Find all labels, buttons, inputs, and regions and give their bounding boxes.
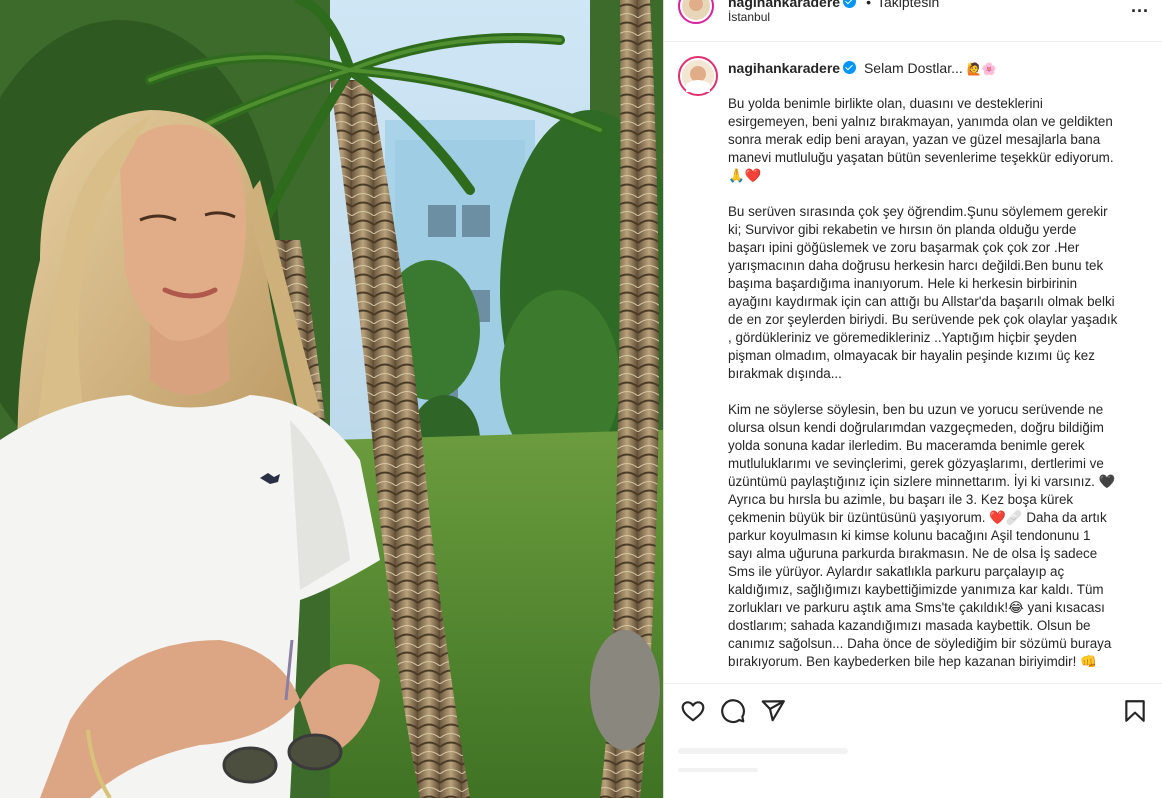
- instagram-post-view: nagihankaradere • Takiptesin İstanbul ... …: [0, 0, 1162, 798]
- caption-line: Sms ile yürüyor. Aylardır sakatlıkla par…: [728, 564, 1065, 579]
- caption-line: Bu serüven sırasında çok şey öğrendim.Şu…: [728, 204, 1108, 219]
- likes-placeholder: [678, 748, 848, 754]
- caption-line: ki; Survivor gibi rekabetin ve hırsın ön…: [728, 222, 1077, 237]
- caption-body: Bu yolda benimle birlikte olan, duasını …: [728, 95, 1148, 682]
- caption-line: yarışmacının daha doğrusu herkesin harcı…: [728, 258, 1104, 273]
- heart-outline-icon[interactable]: [680, 698, 706, 724]
- caption-paragraph-2: Bu serüven sırasında çok şey öğrendim.Şu…: [728, 203, 1148, 383]
- caption-title: Selam Dostlar...: [863, 60, 963, 76]
- pray-heart-emoji-icon: 🙏❤️: [728, 168, 762, 183]
- caption-line: esirgemeyen, beni yalnız bırakmayan, yan…: [728, 114, 1113, 129]
- caption-line: Ayrıca bu hırsla bu azimle, bu başarı il…: [728, 492, 1074, 507]
- follow-status[interactable]: Takiptesin: [877, 0, 939, 10]
- post-header: nagihankaradere • Takiptesin İstanbul ...: [664, 0, 1162, 42]
- post-photo: [0, 0, 663, 798]
- caption-avatar[interactable]: [678, 56, 718, 96]
- caption-line: mutluluklarımı ve sevinçlerimi, gerek gö…: [728, 456, 1104, 471]
- raising-hand-emoji-icon: 🙋: [966, 62, 982, 76]
- caption-title-line: nagihankaradere Selam Dostlar... 🙋🌸: [728, 59, 997, 78]
- caption-line: başıma başardığıma inanıyorum. Hele ki h…: [728, 276, 1078, 291]
- caption-paragraph-1: Bu yolda benimle birlikte olan, duasını …: [728, 95, 1148, 185]
- caption-line: başarı ipini göğüslemek ve zoru başarmak…: [728, 240, 1080, 255]
- caption-line: üzüntümü paylaştığınız için sizlere minn…: [728, 474, 1116, 489]
- comment-bubble-icon[interactable]: [720, 698, 746, 724]
- caption-line: , gördükleriniz ve göremedikleriniz ..Ya…: [728, 330, 1077, 345]
- post-photo-illustration: [0, 0, 663, 798]
- verified-badge-icon: [843, 0, 857, 8]
- post-side-panel: nagihankaradere • Takiptesin İstanbul ... …: [663, 0, 1162, 798]
- caption-line: Bu yolda benimle birlikte olan, duasını …: [728, 96, 1043, 111]
- post-location[interactable]: İstanbul: [728, 10, 770, 24]
- caption-line: kaldığımız, sağlığımızı kaybettiğimizde …: [728, 582, 1104, 597]
- caption-line: bırakmak dışında...: [728, 366, 842, 381]
- caption-line: ayağını kaydırmak için can attığı bu All…: [728, 294, 1115, 309]
- bookmark-icon[interactable]: [1122, 698, 1148, 724]
- flower-emoji-icon: 🌸: [981, 62, 997, 76]
- post-action-bar: [664, 683, 1162, 735]
- header-username-line: nagihankaradere • Takiptesin: [728, 0, 939, 10]
- caption-line: sonra merak edip beni arayan, yazan ve g…: [728, 132, 1101, 147]
- caption-line: yolda sonuna kadar ilerledim. Bu maceram…: [728, 438, 1085, 453]
- caption-line: parkur koyulmasın ki kimse kolunu bacağı…: [728, 528, 1091, 543]
- timestamp-placeholder: [678, 768, 758, 772]
- post-caption: nagihankaradere Selam Dostlar... 🙋🌸 Bu y…: [664, 50, 1162, 682]
- caption-line: manevi mutluluğu yaşatan bütün sevenleri…: [728, 150, 1114, 165]
- caption-line: Kim ne söylerse söylesin, ben bu uzun ve…: [728, 402, 1104, 417]
- caption-line: olursa olsun kendi doğrularımdan vazgeçm…: [728, 420, 1104, 435]
- caption-line: çekmenin büyük bir üzüntüsünü yaşıyorum.…: [728, 510, 1107, 525]
- caption-line: bırakıyorum. Ben kaybederken bile hep ka…: [728, 654, 1097, 669]
- header-username[interactable]: nagihankaradere: [728, 0, 840, 10]
- more-horizontal-icon[interactable]: ...: [1131, 0, 1149, 17]
- caption-paragraph-3: Kim ne söylerse söylesin, ben bu uzun ve…: [728, 401, 1148, 671]
- caption-line: canımız sağolsun... Daha önce de söyledi…: [728, 636, 1112, 651]
- caption-line: sayı alma uğuruna parkurda bırakmasın. N…: [728, 546, 1098, 561]
- caption-line: de en zor şeylerden biriydi. Bu serüvend…: [728, 312, 1118, 327]
- caption-line: dostlarım; sahada kazandığımızı masada k…: [728, 618, 1091, 633]
- caption-line: zorlukları ve parkuru aştık ama Sms'te ç…: [728, 600, 1105, 615]
- paper-plane-icon[interactable]: [760, 698, 786, 724]
- caption-username[interactable]: nagihankaradere: [728, 60, 840, 76]
- author-avatar[interactable]: [678, 0, 714, 24]
- header-separator: •: [866, 0, 871, 10]
- caption-verified-badge-icon: [843, 61, 857, 74]
- caption-line: pişman olmadım, olmayacak bir hayalin pe…: [728, 348, 1095, 363]
